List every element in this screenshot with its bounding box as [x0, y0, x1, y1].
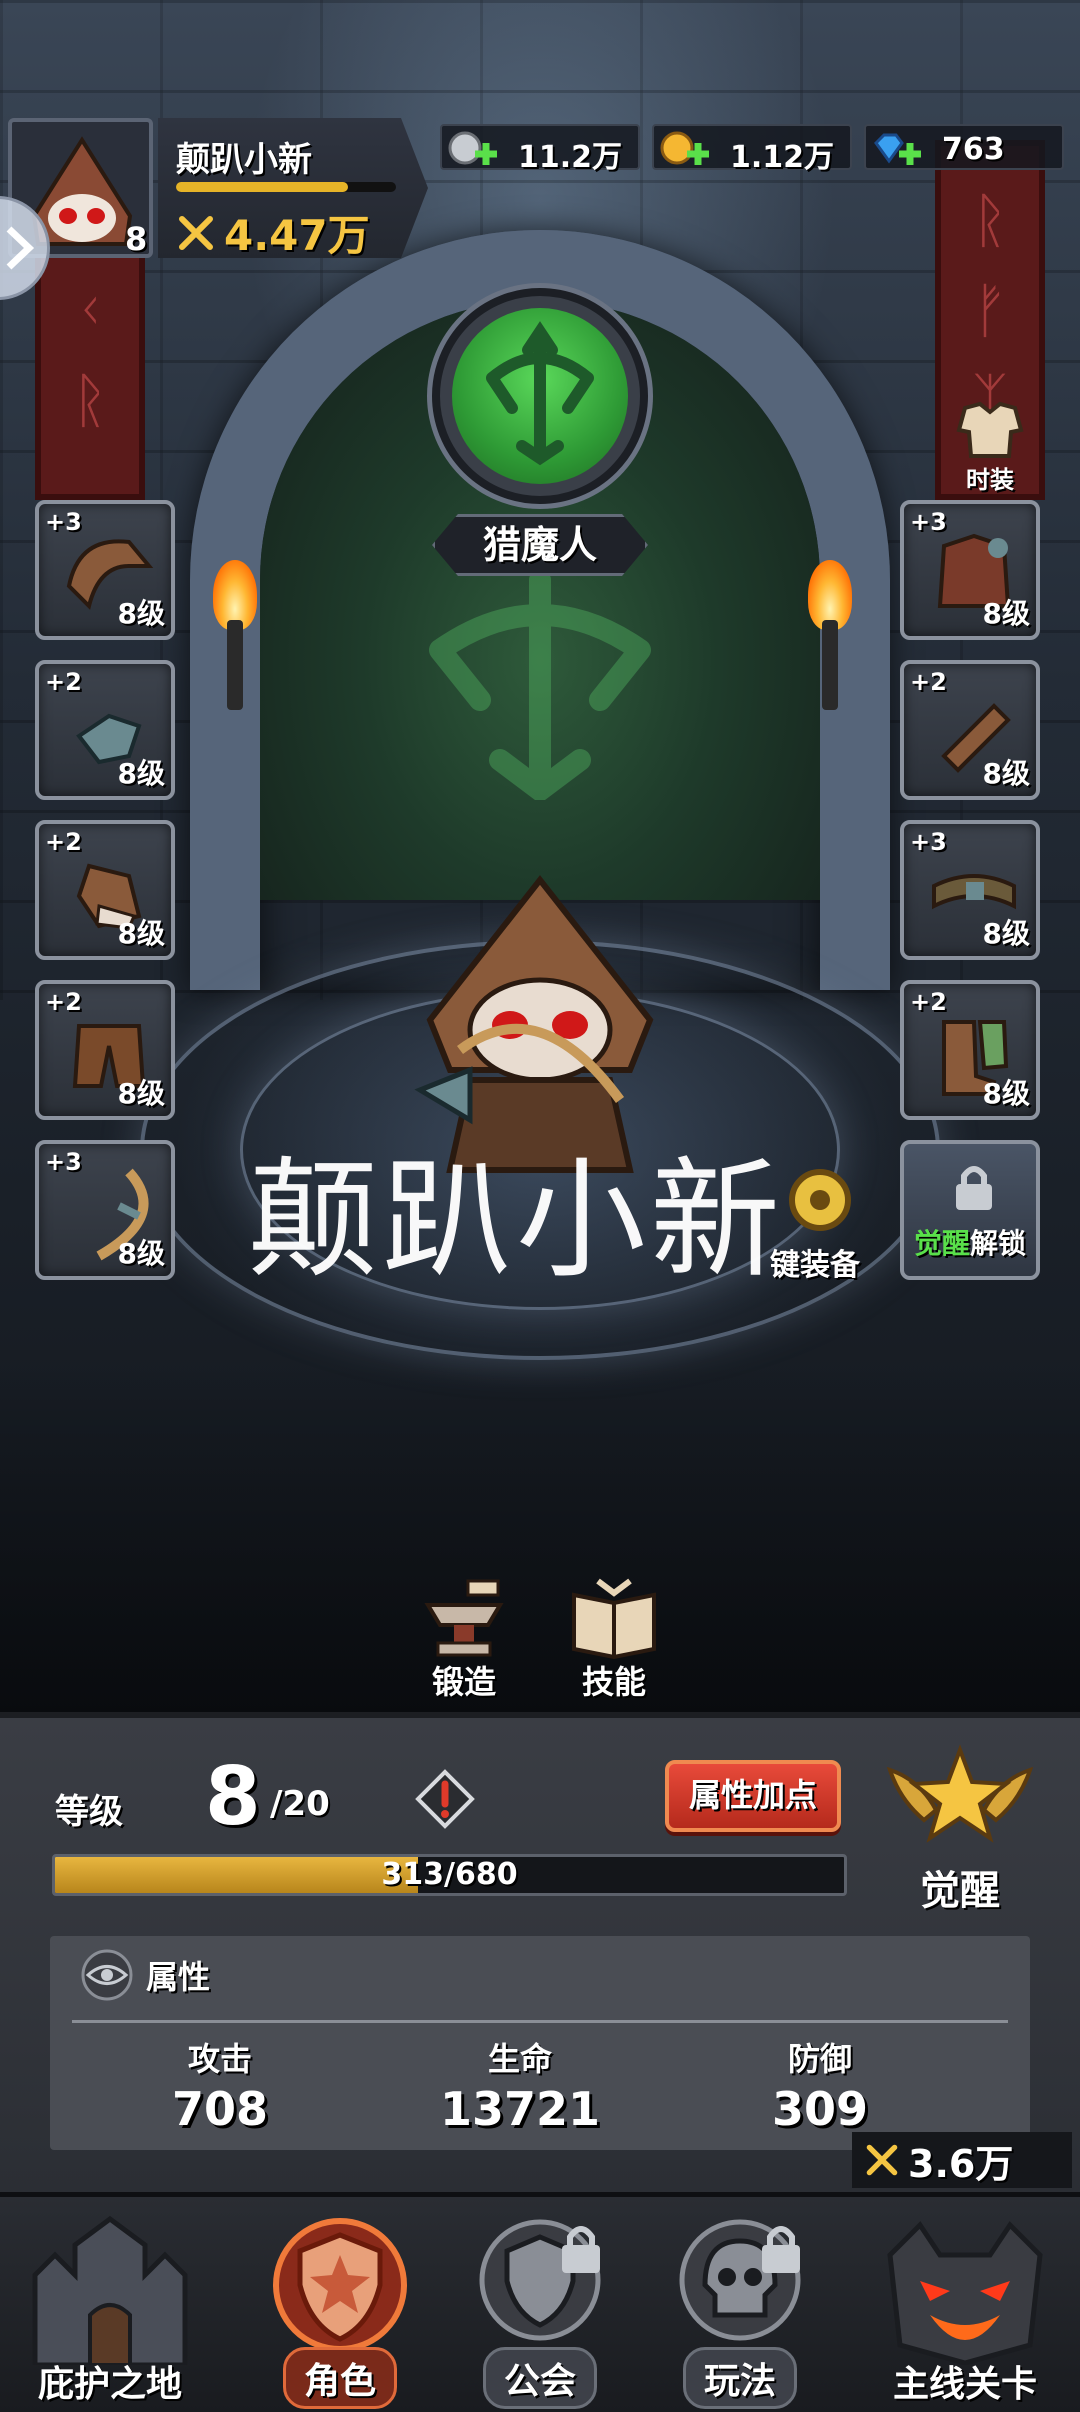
hero-shield-icon [273, 2218, 407, 2352]
torch-left [205, 560, 265, 710]
skin-button[interactable]: 时装 [950, 400, 1030, 494]
costume-icon [956, 401, 1024, 458]
equip-slot-bracer[interactable]: +2 8级 [900, 660, 1040, 800]
stat-attack: 攻击 708 [171, 2040, 269, 2136]
awaken-button[interactable]: 觉醒 [880, 1740, 1040, 1914]
avatar-level: 8 [125, 220, 148, 258]
awaken-unlock-slot[interactable]: 觉醒解锁 [900, 1140, 1040, 1280]
star-wings-icon [886, 1744, 1034, 1843]
player-power: 4.47万 [224, 211, 370, 260]
player-name: 颠趴小新 [176, 140, 312, 180]
equip-slot-pants[interactable]: +2 8级 [35, 980, 175, 1120]
castle-icon [32, 2215, 188, 2365]
class-emblem[interactable] [432, 288, 648, 504]
stat-hp: 生命 13721 [439, 2040, 601, 2136]
lock-icon [562, 2226, 600, 2273]
plus-icon[interactable] [684, 140, 712, 168]
crossed-swords-icon [866, 2144, 898, 2176]
door-crossbow-emblem [429, 569, 651, 800]
equip-slot-glove[interactable]: +2 8级 [35, 820, 175, 960]
attribute-points-button[interactable]: 属性加点 [665, 1760, 841, 1832]
nav-character[interactable]: 角色 [240, 2197, 440, 2412]
equip-slot-belt[interactable]: +3 8级 [900, 820, 1040, 960]
equip-slot-weapon[interactable]: +3 8级 [35, 1140, 175, 1280]
lock-icon [762, 2226, 800, 2273]
attributes-box: 属性 攻击 708 生命 13721 防御 309 [50, 1936, 1030, 2150]
bottom-nav: 庇护之地 角色 公会 玩法 主线关卡 [0, 2192, 1080, 2412]
name-panel: 颠趴小新 4.47万 [158, 118, 428, 258]
currency-bar: 11.2万 1.12万 763 [440, 124, 1064, 175]
player-xp-bar [176, 182, 396, 192]
anvil-icon [424, 1579, 504, 1657]
currency-gem[interactable]: 763 [864, 124, 1064, 170]
level-value: 8 [205, 1750, 261, 1843]
plus-icon[interactable] [472, 140, 500, 168]
forge-button[interactable]: 锻造 [404, 1575, 524, 1705]
stats-panel: 等级 8 /20 属性加点 觉醒 313/680 属性 攻击 708 生命 13… [0, 1712, 1080, 2192]
equip-slot-amulet[interactable]: +2 8级 [35, 660, 175, 800]
crossbow-emblem-icon [486, 321, 594, 466]
stage-power: 3.6万 [852, 2132, 1072, 2188]
book-icon [572, 1578, 656, 1659]
equip-slot-armor[interactable]: +3 8级 [900, 500, 1040, 640]
eye-icon [81, 1949, 133, 2001]
nav-gameplay[interactable]: 玩法 [650, 2197, 830, 2412]
attributes-title: 属性 [146, 1958, 211, 1996]
nav-sanctuary[interactable]: 庇护之地 [0, 2197, 220, 2412]
level-max: /20 [270, 1784, 330, 1824]
exp-text: 313/680 [381, 1857, 518, 1892]
lock-icon [956, 1166, 992, 1210]
equip-slot-helmet[interactable]: +3 8级 [35, 500, 175, 640]
equip-slot-boots[interactable]: +2 8级 [900, 980, 1040, 1120]
skill-button[interactable]: 技能 [554, 1575, 674, 1705]
plus-icon[interactable] [896, 140, 924, 168]
level-label: 等级 [55, 1792, 123, 1832]
crossed-swords-icon [179, 215, 213, 250]
demon-icon [887, 2221, 1043, 2365]
gear-icon [789, 1169, 851, 1231]
class-name: 猎魔人 [432, 514, 648, 576]
nav-main-stage[interactable]: 主线关卡 [850, 2197, 1080, 2412]
power-row: 4.47万 [176, 202, 370, 260]
stat-defense: 防御 309 [771, 2040, 869, 2136]
currency-silver[interactable]: 11.2万 [440, 124, 640, 175]
warning-icon[interactable] [414, 1768, 476, 1830]
chevron-right-icon [6, 226, 35, 270]
watermark-text: 颠趴小新 [248, 1144, 785, 1296]
currency-gold[interactable]: 1.12万 [652, 124, 852, 175]
nav-guild[interactable]: 公会 [450, 2197, 630, 2412]
exp-bar: 313/680 [52, 1854, 847, 1896]
torch-right [800, 560, 860, 710]
